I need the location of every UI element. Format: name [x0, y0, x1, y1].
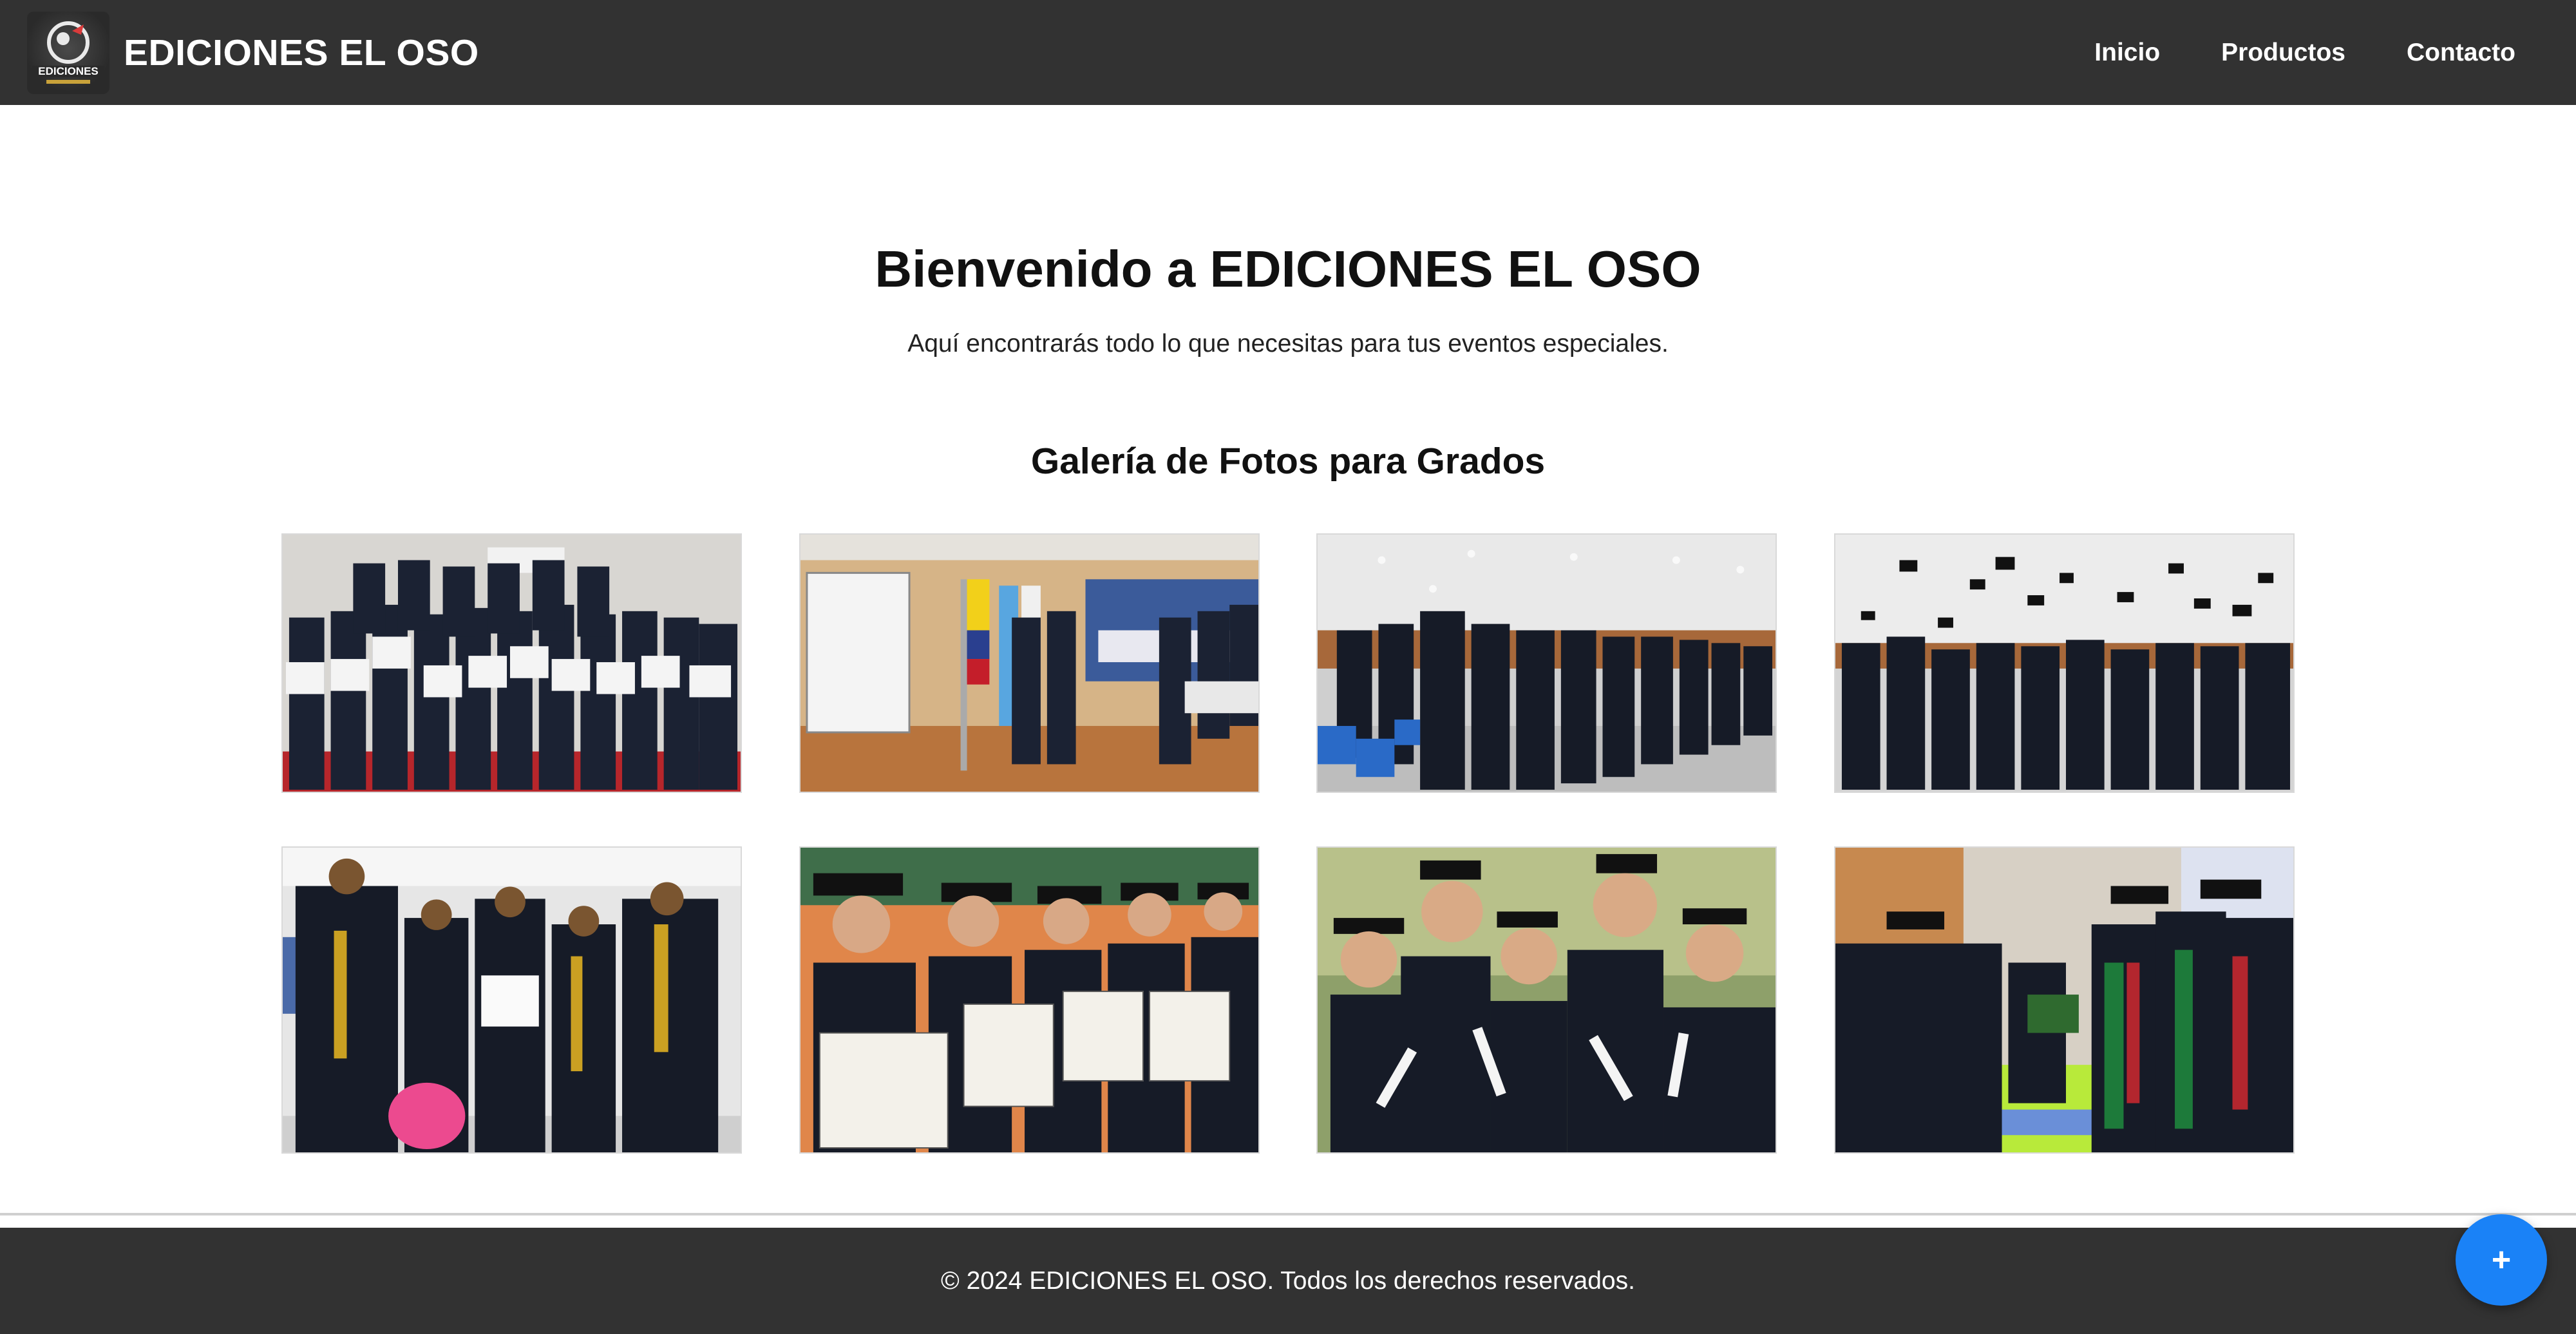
footer: © 2024 EDICIONES EL OSO. Todos los derec…: [0, 1228, 2576, 1334]
nav-link-inicio[interactable]: Inicio: [2094, 39, 2160, 67]
logo-text: EDICIONES: [38, 65, 99, 77]
navbar: EDICIONES EDICIONES EL OSO Inicio Produc…: [0, 0, 2576, 105]
nav-link-contacto[interactable]: Contacto: [2407, 39, 2515, 67]
main-nav: Inicio Productos Contacto: [2094, 39, 2515, 67]
graduation-stage-with-flags-photo[interactable]: [799, 533, 1260, 793]
footer-divider: [0, 1213, 2576, 1215]
diploma-handover-ceremony-photo[interactable]: [1834, 846, 2295, 1154]
page-subtitle: Aquí encontrarás todo lo que necesitas p…: [907, 330, 1669, 357]
gallery-title: Galería de Fotos para Grados: [1030, 441, 1546, 482]
floating-add-button[interactable]: +: [2456, 1214, 2547, 1306]
page-title: Bienvenido a EDICIONES EL OSO: [875, 240, 1701, 298]
graduates-group-with-balloon-photo[interactable]: [281, 846, 742, 1154]
caps-thrown-in-air-photo[interactable]: [1834, 533, 2295, 793]
graduates-group-with-diplomas-photo[interactable]: [281, 533, 742, 793]
nav-link-productos[interactable]: Productos: [2221, 39, 2345, 67]
smiling-graduates-outdoors-photo[interactable]: [1316, 846, 1777, 1154]
brand-name: EDICIONES EL OSO: [124, 32, 479, 73]
footer-copyright: © 2024 EDICIONES EL OSO. Todos los derec…: [941, 1266, 1635, 1295]
brand[interactable]: EDICIONES EDICIONES EL OSO: [27, 11, 479, 94]
brand-logo: EDICIONES: [27, 11, 109, 94]
seated-graduates-with-diplomas-photo[interactable]: [799, 846, 1260, 1154]
graduates-in-auditorium-photo[interactable]: [1316, 533, 1777, 793]
